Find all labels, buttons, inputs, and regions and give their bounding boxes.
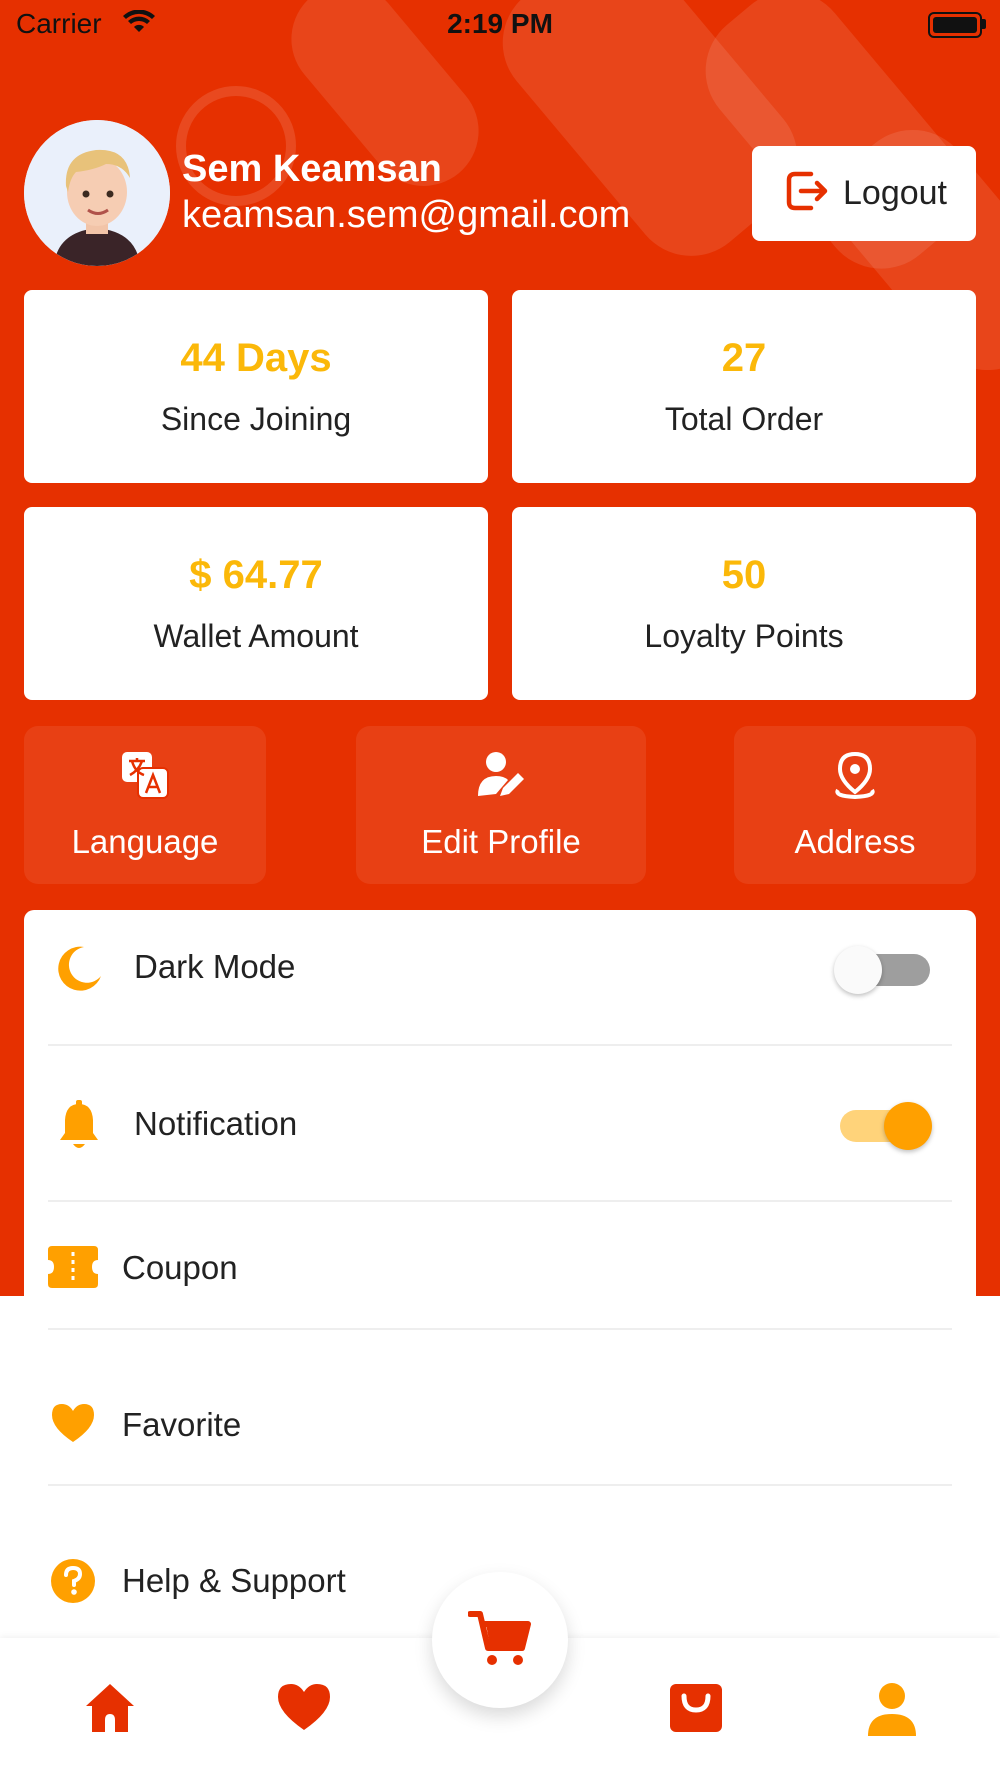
user-name: Sem Keamsan [182, 148, 442, 190]
notification-label: Notification [134, 1105, 298, 1142]
logout-label: Logout [843, 174, 947, 212]
user-email: keamsan.sem@gmail.com [182, 194, 631, 236]
battery-cap [982, 19, 986, 29]
bell-icon [54, 1100, 104, 1157]
divider [48, 1484, 952, 1486]
user-icon[interactable] [866, 1682, 918, 1743]
favorites-heart-icon[interactable] [276, 1682, 332, 1737]
shopping-bag-icon[interactable] [668, 1682, 724, 1739]
edit-profile-button[interactable]: Edit Profile [356, 726, 646, 884]
dark-mode-toggle[interactable] [834, 944, 934, 996]
edit-profile-label: Edit Profile [421, 822, 581, 860]
address-label: Address [794, 822, 916, 860]
divider [48, 1200, 952, 1202]
logout-icon [781, 166, 831, 221]
stat-label: Wallet Amount [153, 617, 359, 654]
help-icon [50, 1558, 96, 1609]
stat-value: $ 64.77 [189, 552, 323, 597]
stat-card-wallet-amount: $ 64.77 Wallet Amount [24, 507, 488, 700]
status-time: 2:19 PM [447, 8, 553, 39]
translate-icon [120, 750, 170, 805]
edit-profile-icon [476, 750, 526, 805]
coupon-label: Coupon [122, 1249, 238, 1286]
stat-label: Loyalty Points [644, 617, 844, 654]
stat-value: 50 [721, 552, 767, 597]
cart-button[interactable] [432, 1572, 568, 1708]
battery-icon [928, 12, 982, 38]
favorite-label: Favorite [122, 1406, 242, 1443]
divider [48, 1328, 952, 1330]
stat-card-loyalty-points: 50 Loyalty Points [512, 507, 976, 700]
heart-icon [50, 1402, 96, 1449]
stat-label: Total Order [664, 400, 824, 437]
stat-value: 27 [721, 335, 767, 380]
cart-icon [467, 1608, 532, 1673]
help-support-label: Help & Support [122, 1562, 346, 1599]
status-bar: Carrier 2:19 PM [0, 0, 1000, 50]
stat-label: Since Joining [160, 400, 352, 437]
address-button[interactable]: Address [734, 726, 976, 884]
stat-value: 44 Days [180, 335, 332, 380]
moon-icon [54, 944, 104, 999]
home-icon[interactable] [84, 1682, 136, 1739]
dark-mode-label: Dark Mode [134, 948, 296, 985]
stat-card-since-joining: 44 Days Since Joining [24, 290, 488, 483]
language-button[interactable]: Language [24, 726, 266, 884]
divider [48, 1044, 952, 1046]
notification-toggle[interactable] [838, 1100, 938, 1152]
language-label: Language [71, 822, 219, 860]
avatar[interactable] [24, 120, 170, 266]
coupon-icon [48, 1246, 98, 1293]
stat-card-total-order: 27 Total Order [512, 290, 976, 483]
location-pin-icon [830, 750, 880, 805]
logout-button[interactable]: Logout [752, 146, 976, 241]
